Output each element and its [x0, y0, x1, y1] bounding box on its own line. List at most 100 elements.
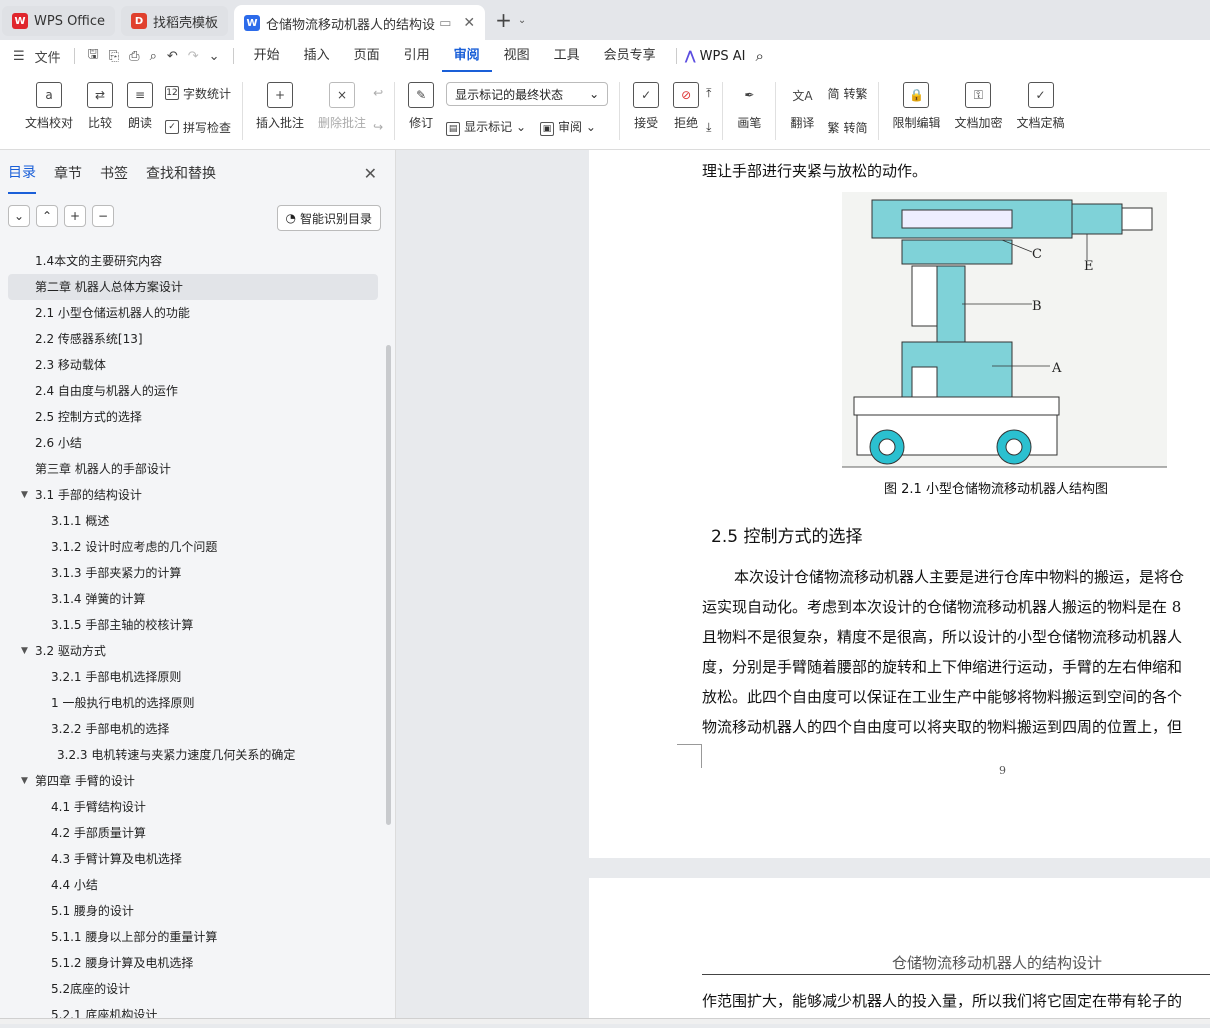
toc-item[interactable]: 4.2 手部质量计算 — [0, 820, 390, 846]
window-icon[interactable]: ▭ — [439, 16, 451, 31]
page-9: 理让手部进行夹紧与放松的动作。 C E B A 图 2.1 小型仓储物流移动机器… — [589, 150, 1210, 858]
pen-button[interactable]: ✒ 画笔 — [736, 82, 762, 131]
toc-item[interactable]: ▼ 3.2 驱动方式 — [0, 638, 390, 664]
print-icon[interactable]: ⎙ — [129, 49, 139, 64]
tab-find-replace[interactable]: 查找和替换 — [146, 153, 216, 193]
tab-daoke[interactable]: D 找稻壳模板 — [121, 6, 229, 36]
translate-button[interactable]: 文A 翻译 — [789, 82, 815, 131]
prev-change-icon[interactable]: ⤒ — [706, 82, 711, 104]
encrypt-button[interactable]: ⚿ 文档加密 — [954, 82, 1003, 131]
tab-label: 找稻壳模板 — [153, 15, 219, 31]
toc-item[interactable]: 3.1.4 弹簧的计算 — [0, 586, 390, 612]
proofread-button[interactable]: a 文档校对 — [25, 82, 73, 131]
finalize-button[interactable]: ✓ 文档定稿 — [1017, 82, 1065, 131]
menu-start[interactable]: 开始 — [242, 40, 292, 72]
expand-triangle-icon[interactable]: ▼ — [21, 768, 28, 794]
tab-bookmarks[interactable]: 书签 — [100, 153, 128, 193]
tab-chapters[interactable]: 章节 — [54, 153, 82, 193]
toc-item[interactable]: 5.1.2 腰身计算及电机选择 — [0, 950, 390, 976]
toc-item[interactable]: 第二章 机器人总体方案设计 — [8, 274, 378, 300]
export-icon[interactable]: ⎘ — [109, 49, 119, 64]
redo-icon[interactable]: ↷ — [188, 49, 199, 64]
collapse-icon[interactable]: ⌄ — [8, 205, 30, 227]
to-traditional-button[interactable]: 简转繁 — [827, 82, 867, 104]
toc-item[interactable]: 3.2.1 手部电机选择原则 — [0, 664, 390, 690]
toc-item[interactable]: 5.1 腰身的设计 — [0, 898, 390, 924]
accept-button[interactable]: ✓ 接受 — [633, 82, 660, 131]
menu-view[interactable]: 视图 — [492, 40, 542, 72]
file-menu[interactable]: 文件 — [35, 47, 61, 66]
toc-item[interactable]: 第三章 机器人的手部设计 — [0, 456, 390, 482]
menu-review[interactable]: 审阅 — [441, 40, 492, 72]
new-tab-icon[interactable]: + — [495, 8, 512, 32]
undo-icon[interactable]: ↶ — [167, 49, 178, 64]
spell-check-button[interactable]: ✓ 拼写检查 — [165, 116, 231, 138]
toc-item[interactable]: 3.1.3 手部夹紧力的计算 — [0, 560, 390, 586]
toc-item[interactable]: 1.4本文的主要研究内容 — [0, 248, 390, 274]
toc-item[interactable]: 2.3 移动载体 — [0, 352, 390, 378]
toc-item[interactable]: 2.2 传感器系统[13] — [0, 326, 390, 352]
toc-item[interactable]: 2.6 小结 — [0, 430, 390, 456]
menu-page[interactable]: 页面 — [342, 40, 392, 72]
smart-toc-button[interactable]: ◔ 智能识别目录 — [276, 205, 381, 231]
word-count-button[interactable]: 12 字数统计 — [165, 82, 231, 104]
search-icon[interactable]: ⌕ — [755, 47, 763, 65]
remove-icon[interactable]: − — [92, 205, 114, 227]
expand-icon[interactable]: ⌃ — [36, 205, 58, 227]
close-icon[interactable]: ✕ — [364, 164, 377, 183]
chevron-down-icon[interactable]: ⌄ — [518, 15, 526, 26]
toc-item[interactable]: 2.5 控制方式的选择 — [0, 404, 390, 430]
more-icon[interactable]: ⌄ — [209, 49, 220, 64]
menu-reference[interactable]: 引用 — [392, 40, 442, 72]
close-tab-icon[interactable]: ✕ — [463, 15, 475, 31]
add-icon[interactable]: + — [64, 205, 86, 227]
toc-item[interactable]: 2.4 自由度与机器人的运作 — [0, 378, 390, 404]
reject-button[interactable]: ⊘ 拒绝 — [673, 82, 700, 131]
toc-item[interactable]: 3.1.1 概述 — [0, 508, 390, 534]
toc-item[interactable]: 3.1.5 手部主轴的校核计算 — [0, 612, 390, 638]
toc-item-label: 2.4 自由度与机器人的运作 — [35, 384, 178, 398]
toc-item[interactable]: ▼ 第四章 手臂的设计 — [0, 768, 390, 794]
menu-insert[interactable]: 插入 — [292, 40, 342, 72]
toc-item[interactable]: 3.2.2 手部电机的选择 — [0, 716, 390, 742]
document-area: 理让手部进行夹紧与放松的动作。 C E B A 图 2.1 小型仓储物流移动机器… — [396, 150, 1210, 1018]
restrict-edit-button[interactable]: 🔒 限制编辑 — [892, 82, 940, 131]
toc-item[interactable]: ▼ 3.1 手部的结构设计 — [0, 482, 390, 508]
toc-item-label: 5.1.1 腰身以上部分的重量计算 — [51, 930, 218, 944]
wps-ai-button[interactable]: WPS AI — [700, 49, 746, 64]
toc-item[interactable]: 5.2.1 底座机构设计 — [0, 1002, 390, 1028]
delete-comment-button[interactable]: × 删除批注 — [318, 82, 366, 131]
markup-state-dropdown[interactable]: 显示标记的最终状态 ⌄ — [446, 82, 609, 106]
insert-comment-button[interactable]: + 插入批注 — [256, 82, 304, 131]
review-pane-button[interactable]: ▣ 审阅 ⌄ — [540, 118, 596, 136]
menu-icon[interactable]: ☰ — [13, 49, 25, 64]
tab-document[interactable]: W 仓储物流移动机器人的结构设 ▭ ✕ — [234, 5, 486, 41]
read-button[interactable]: ≡ 朗读 — [127, 82, 154, 131]
next-change-icon[interactable]: ⤓ — [706, 116, 711, 138]
toc-item-label: 3.1.5 手部主轴的校核计算 — [51, 618, 194, 632]
toc-item[interactable]: 1 一般执行电机的选择原则 — [0, 690, 390, 716]
toc-item[interactable]: 3.1.2 设计时应考虑的几个问题 — [0, 534, 390, 560]
toc-item[interactable]: 4.4 小结 — [0, 872, 390, 898]
scrollbar[interactable] — [386, 345, 391, 825]
toc-item[interactable]: 3.2.3 电机转速与夹紧力速度几何关系的确定 — [0, 742, 390, 768]
toc-item[interactable]: 2.1 小型仓储运机器人的功能 — [0, 300, 390, 326]
revise-button[interactable]: ✎ 修订 — [408, 82, 435, 131]
prev-comment-icon[interactable]: ↩ — [373, 82, 383, 104]
next-comment-icon[interactable]: ↪ — [373, 116, 383, 138]
toc-item[interactable]: 4.1 手臂结构设计 — [0, 794, 390, 820]
toc-item[interactable]: 5.1.1 腰身以上部分的重量计算 — [0, 924, 390, 950]
print-preview-icon[interactable]: ⌕ — [150, 49, 157, 64]
toc-item[interactable]: 4.3 手臂计算及电机选择 — [0, 846, 390, 872]
save-icon[interactable]: 🖫 — [88, 45, 99, 67]
compare-button[interactable]: ⇄ 比较 — [87, 82, 114, 131]
expand-triangle-icon[interactable]: ▼ — [21, 638, 28, 664]
toc-item[interactable]: 5.2底座的设计 — [0, 976, 390, 1002]
expand-triangle-icon[interactable]: ▼ — [21, 482, 28, 508]
menu-tools[interactable]: 工具 — [542, 40, 592, 72]
to-simplified-button[interactable]: 繁转简 — [827, 116, 867, 138]
tab-toc[interactable]: 目录 — [8, 152, 36, 194]
show-markup-button[interactable]: ▤ 显示标记 ⌄ — [446, 118, 526, 136]
menu-member[interactable]: 会员专享 — [592, 40, 668, 72]
tab-wps-office[interactable]: W WPS Office — [2, 6, 116, 36]
